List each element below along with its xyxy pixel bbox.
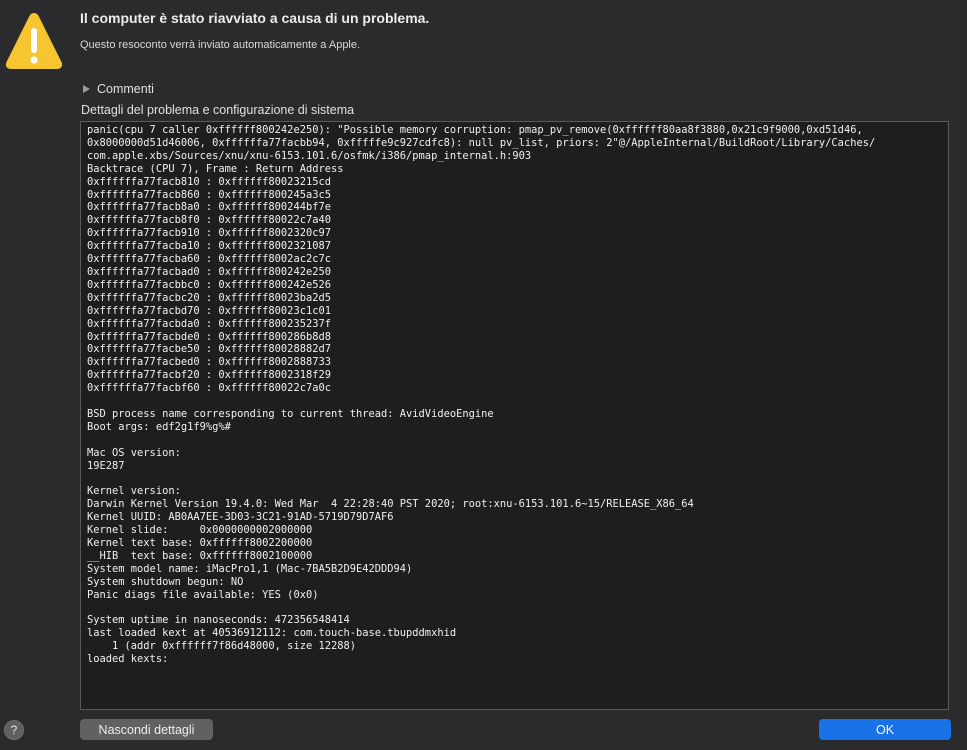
disclosure-triangle-icon xyxy=(83,85,90,93)
ok-button[interactable]: OK xyxy=(819,719,951,740)
panic-log-textarea[interactable]: panic(cpu 7 caller 0xffffff800242e250): … xyxy=(80,121,949,710)
page-subtitle: Questo resoconto verrà inviato automatic… xyxy=(80,39,361,51)
details-label: Dettagli del problema e configurazione d… xyxy=(81,103,355,117)
help-button[interactable]: ? xyxy=(4,720,24,740)
page-title: Il computer è stato riavviato a causa di… xyxy=(80,10,430,26)
panic-report-window: Il computer è stato riavviato a causa di… xyxy=(0,0,967,750)
hide-details-button[interactable]: Nascondi dettagli xyxy=(80,719,213,740)
comments-disclosure[interactable]: Commenti xyxy=(83,82,154,96)
comments-label: Commenti xyxy=(97,82,154,96)
panic-log-text: panic(cpu 7 caller 0xffffff800242e250): … xyxy=(87,124,876,666)
warning-triangle-icon xyxy=(5,13,63,69)
